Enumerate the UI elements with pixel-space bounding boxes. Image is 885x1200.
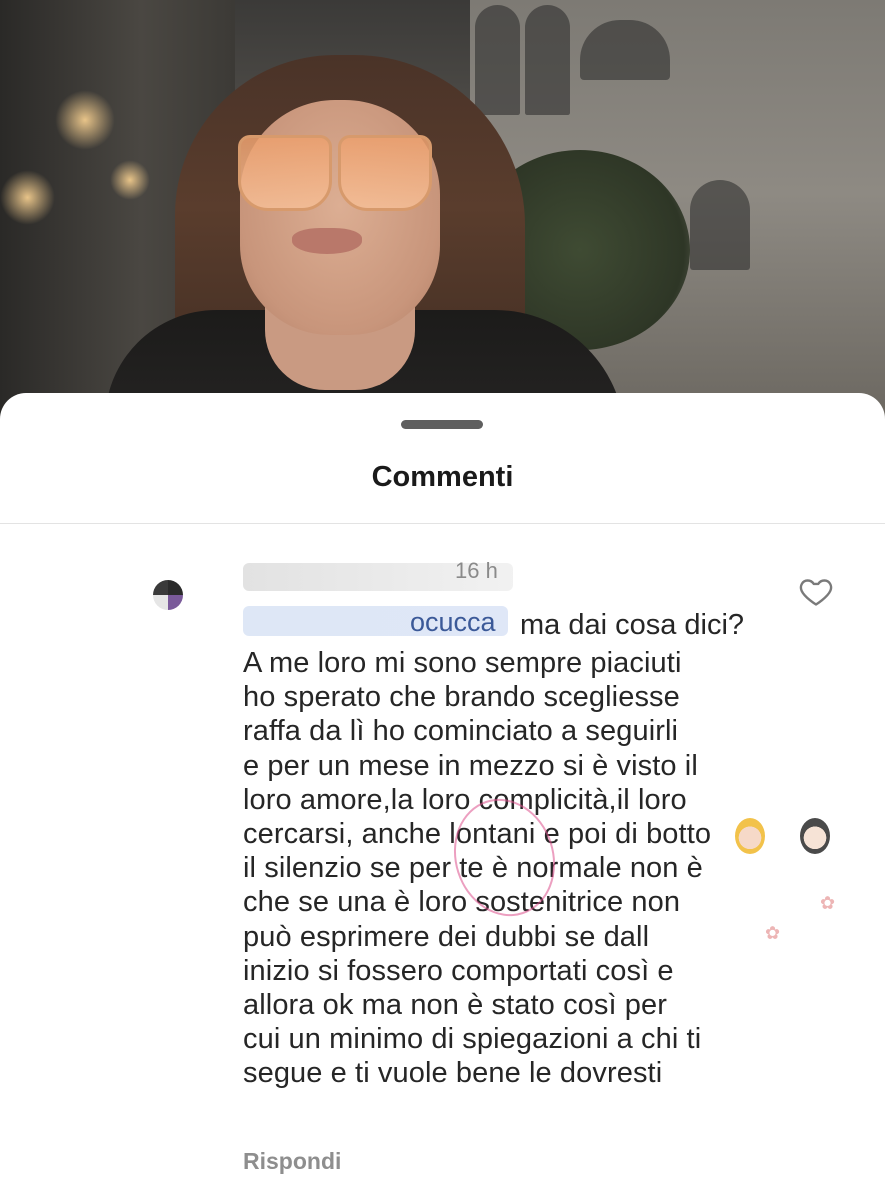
- comment-line: allora ok ma non è stato così per: [243, 989, 668, 1022]
- watermark-doll-icon: [735, 818, 765, 854]
- mention-tail[interactable]: ocucca: [410, 607, 496, 638]
- comment-first-line: ma dai cosa dici?: [520, 609, 745, 641]
- comment-line: A me loro mi sono sempre piaciuti: [243, 647, 682, 679]
- watermark-doll-icon: [800, 818, 830, 854]
- comment-line: e per un mese in mezzo si è visto il: [243, 749, 698, 782]
- comment-line: inizio si fossero comportati così e: [243, 954, 674, 987]
- building-window: [475, 5, 520, 115]
- comment-line: può esprimere dei dubbi se dall: [243, 920, 650, 953]
- light-blur: [55, 90, 115, 150]
- comment-time: 16 h: [455, 558, 498, 583]
- divider: [0, 523, 885, 524]
- watermark-paw-icon: ✿: [820, 893, 836, 913]
- drag-handle[interactable]: [401, 420, 483, 429]
- building-window: [525, 5, 570, 115]
- post-photo: [0, 0, 885, 430]
- avatar[interactable]: [153, 580, 183, 610]
- light-blur: [110, 160, 150, 200]
- light-blur: [0, 170, 55, 225]
- building-window: [690, 180, 750, 270]
- comment-line: cui un minimo di spiegazioni a chi ti: [243, 1023, 702, 1056]
- comments-sheet: Commenti 16 h ocucca ma dai cosa dici? A…: [0, 393, 885, 1200]
- sunglasses: [238, 135, 433, 211]
- lips: [292, 228, 362, 254]
- comment-line: ho sperato che brando scegliesse: [243, 681, 680, 714]
- watermark-paw-icon: ✿: [765, 923, 781, 943]
- sunglasses-lens: [338, 135, 432, 211]
- comment-line: segue e ti vuole bene le dovresti: [243, 1057, 663, 1090]
- sunglasses-lens: [238, 135, 332, 211]
- comment-line: raffa da lì ho cominciato a seguirli: [243, 715, 679, 748]
- reply-button[interactable]: Rispondi: [243, 1148, 341, 1175]
- heart-outline-icon[interactable]: [797, 573, 835, 609]
- sheet-title: Commenti: [371, 461, 514, 493]
